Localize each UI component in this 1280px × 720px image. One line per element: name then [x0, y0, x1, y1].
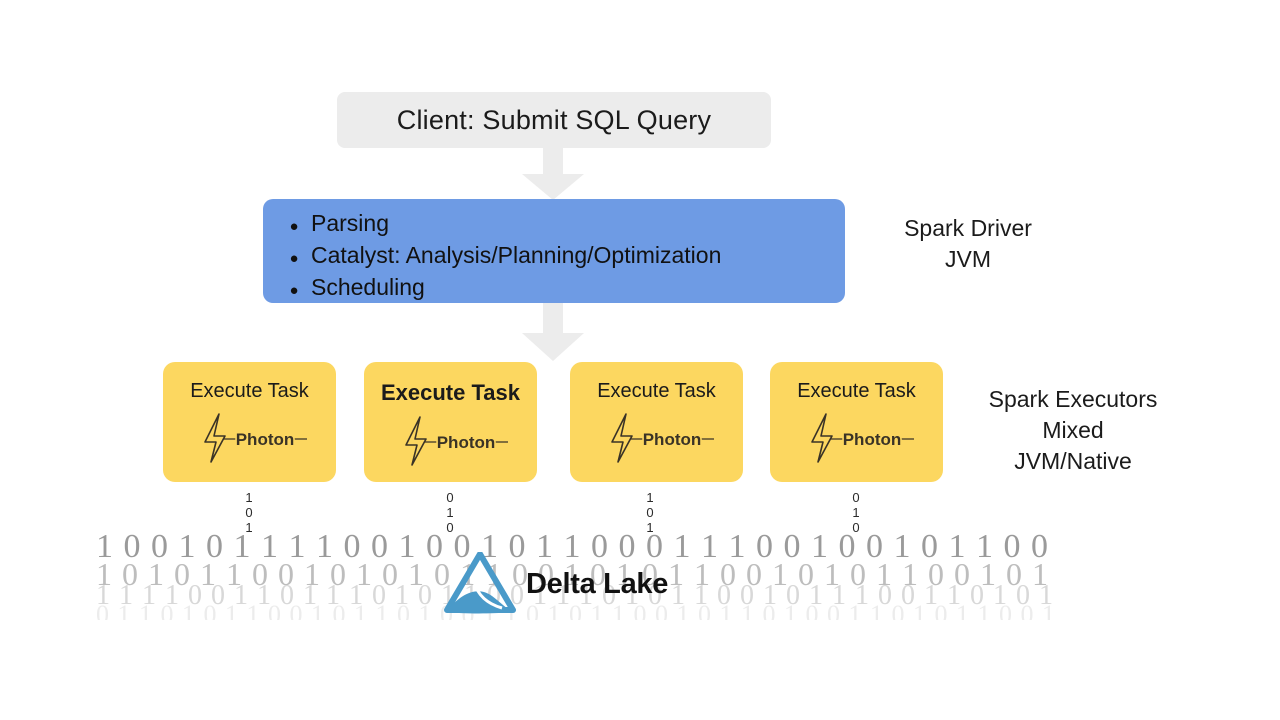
bullet-dot-icon: ●	[289, 218, 299, 235]
binary-bit: 0	[446, 520, 454, 535]
driver-bullet-label: Parsing	[311, 210, 389, 236]
executor-card-title: Execute Task	[597, 380, 716, 402]
binary-bit: 1	[646, 490, 654, 505]
driver-bullet-label: Scheduling	[311, 274, 425, 300]
photon-logo-icon: Photon	[203, 413, 307, 463]
binary-bit: 1	[245, 520, 253, 535]
driver-bullet-row: ● Parsing	[277, 207, 845, 239]
binary-bit: 1	[852, 505, 860, 520]
spark-executors-annotation: Spark Executors Mixed JVM/Native	[950, 384, 1196, 477]
delta-lake-lockup: Delta Lake	[444, 552, 668, 616]
binary-bit: 0	[852, 520, 860, 535]
bullet-dot-icon: ●	[289, 250, 299, 267]
spark-driver-annotation-line1: Spark Driver	[904, 215, 1032, 241]
photon-logo-icon: Photon	[610, 413, 714, 463]
executor-card-title: Execute Task	[797, 380, 916, 402]
binary-bit: 0	[446, 490, 454, 505]
executor-card-2: Execute Task Photon	[364, 362, 537, 482]
photon-logo-icon: Photon	[810, 413, 914, 463]
binary-column-4: 0 1 0	[836, 490, 876, 535]
client-submit-box: Client: Submit SQL Query	[337, 92, 771, 148]
binary-bit: 0	[852, 490, 860, 505]
binary-column-1: 1 0 1	[229, 490, 269, 535]
diagram-canvas: Client: Submit SQL Query ● Parsing ● Cat…	[0, 0, 1280, 720]
executor-card-title: Execute Task	[380, 380, 520, 405]
driver-bullet-label: Catalyst: Analysis/Planning/Optimization	[311, 242, 722, 268]
arrow-client-to-driver-icon	[522, 148, 584, 200]
bullet-dot-icon: ●	[289, 282, 299, 299]
binary-column-3: 1 0 1	[630, 490, 670, 535]
svg-text:Photon: Photon	[235, 430, 294, 449]
svg-text:Photon: Photon	[436, 433, 495, 452]
delta-lake-logo-icon	[444, 552, 516, 614]
binary-bit: 1	[646, 520, 654, 535]
delta-lake-label: Delta Lake	[526, 567, 669, 600]
driver-bullet-row: ● Scheduling	[277, 271, 845, 303]
svg-text:Photon: Photon	[842, 430, 901, 449]
spark-driver-box: ● Parsing ● Catalyst: Analysis/Planning/…	[263, 199, 845, 303]
client-box-label: Client: Submit SQL Query	[396, 104, 712, 135]
binary-bit: 0	[245, 505, 253, 520]
arrow-driver-to-executors-icon	[522, 303, 584, 361]
executor-card-4: Execute Task Photon	[770, 362, 943, 482]
photon-logo-icon: Photon	[404, 416, 508, 466]
binary-column-2: 0 1 0	[430, 490, 470, 535]
executor-card-title: Execute Task	[190, 380, 309, 402]
svg-text:Photon: Photon	[642, 430, 701, 449]
spark-executors-annotation-line2: Mixed	[1042, 417, 1104, 444]
spark-driver-annotation: Spark Driver JVM	[848, 213, 1088, 275]
spark-executors-annotation-line3: JVM/Native	[1014, 448, 1132, 475]
binary-bit: 1	[245, 490, 253, 505]
executor-card-1: Execute Task Photon	[163, 362, 336, 482]
spark-driver-annotation-line2: JVM	[945, 246, 991, 273]
executor-card-3: Execute Task Photon	[570, 362, 743, 482]
binary-bit: 0	[646, 505, 654, 520]
spark-executors-annotation-line1: Spark Executors	[988, 386, 1158, 412]
driver-bullet-row: ● Catalyst: Analysis/Planning/Optimizati…	[277, 239, 845, 271]
binary-bit: 1	[446, 505, 454, 520]
